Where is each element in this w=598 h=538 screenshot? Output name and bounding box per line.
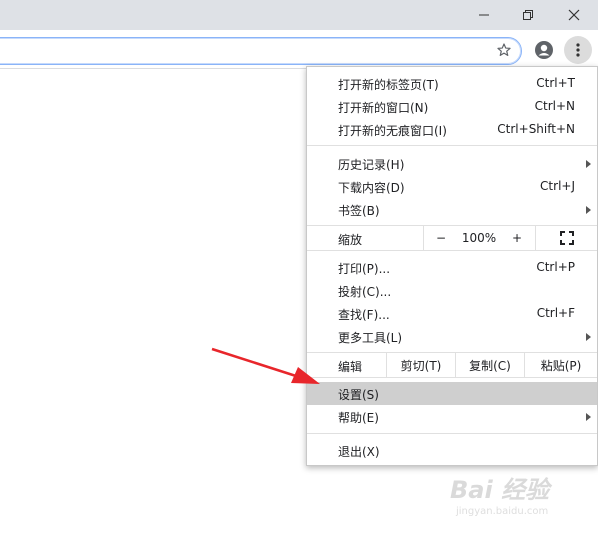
annotation-arrow-icon	[211, 347, 320, 384]
baidu-jingyan-watermark: Bai 经验 jingyan.baidu.com	[450, 470, 590, 530]
watermark-logo: Bai 经验	[450, 476, 550, 504]
watermark-url: jingyan.baidu.com	[456, 506, 549, 517]
